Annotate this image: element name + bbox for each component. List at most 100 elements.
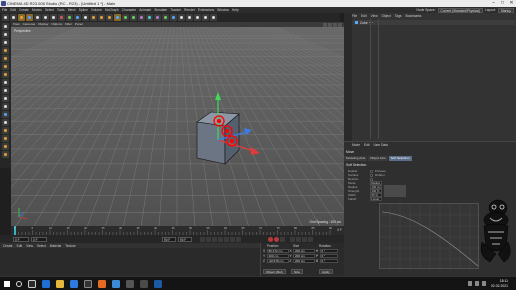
redshift-icon[interactable] [210,14,217,21]
rotation-p-field[interactable]: 0 ° [319,254,338,259]
camera-icon[interactable] [170,14,177,21]
subdivision-surface-icon[interactable] [130,14,137,21]
viewport-menu-display[interactable]: Display [38,22,48,27]
bend-deformer-icon[interactable] [154,14,161,21]
pan-icon[interactable] [323,22,327,27]
rotate-tool-icon[interactable] [42,14,49,21]
array-icon[interactable] [138,14,145,21]
uv-edit-icon[interactable] [2,151,9,158]
tab-soft-selection[interactable]: Soft Selection [388,156,412,161]
go-to-start-icon[interactable] [200,236,205,242]
falloff-select[interactable]: Linear [370,197,382,201]
undo-icon[interactable] [2,14,9,21]
firefox-icon[interactable] [98,280,106,288]
viewport-menu-cameras[interactable]: Cameras [23,22,36,27]
bodypaint-icon[interactable] [2,143,9,150]
om-menu-object[interactable]: Object [382,14,391,18]
network-icon[interactable] [468,281,472,286]
om-menu-file[interactable]: File [352,14,357,18]
material-menu-view[interactable]: View [26,244,33,248]
render-view-icon[interactable] [90,14,97,21]
render-picture-viewer-icon[interactable] [98,14,105,21]
next-key-icon[interactable] [230,236,235,242]
keyframe-selection-icon[interactable] [280,236,285,242]
node-space-select[interactable]: Current (Standard/Physical) [437,7,483,13]
om-menu-view[interactable]: View [371,14,378,18]
width-slider[interactable] [384,193,406,197]
search-icon[interactable] [16,280,22,287]
apply-button[interactable]: Apply [319,269,333,274]
app-icon[interactable] [154,280,162,288]
pen-spline-icon[interactable] [122,14,129,21]
cube-object-icon[interactable] [114,14,121,21]
viewport-menu-view[interactable]: View [13,22,20,27]
z-axis-lock-icon[interactable] [74,14,81,21]
rotation-h-field[interactable]: 0 ° [319,249,338,254]
rotation-key-icon[interactable] [302,236,307,242]
om-menu-edit[interactable]: Edit [361,14,367,18]
workplane-icon[interactable] [194,14,201,21]
locked-workplane-icon[interactable] [2,119,9,126]
rotation-b-field[interactable]: 0 ° [319,259,338,264]
last-tool-icon[interactable] [50,14,57,21]
viewport-solo-icon[interactable] [2,95,9,102]
live-selection-icon[interactable] [18,14,25,21]
points-mode-icon[interactable] [2,47,9,54]
viewport-canvas[interactable] [11,22,344,226]
previous-key-icon[interactable] [206,236,211,242]
x-axis-lock-icon[interactable] [58,14,65,21]
cinema4d-taskbar-icon[interactable] [84,280,92,288]
autokeying-icon[interactable] [274,236,279,242]
material-menu-create[interactable]: Create [3,244,13,248]
language-icon[interactable] [482,281,486,286]
position-y-field[interactable]: 100 cm [266,254,289,259]
settings-app-icon[interactable] [112,280,120,288]
am-menu-mode[interactable]: Mode [352,143,360,147]
end-frame-field[interactable]: 90 F [178,236,192,242]
parameter-key-icon[interactable] [308,236,313,242]
next-frame-icon[interactable] [224,236,229,242]
am-menu-user-data[interactable]: User Data [373,143,387,147]
coordinate-system-icon[interactable] [82,14,89,21]
close-button[interactable]: ✕ [507,0,516,7]
viewport-menu-filter[interactable]: Filter [65,22,72,27]
am-menu-edit[interactable]: Edit [364,143,370,147]
preview-end-field[interactable]: 90 F [162,236,176,242]
redo-icon[interactable] [10,14,17,21]
y-axis-lock-icon[interactable] [66,14,73,21]
edges-mode-icon[interactable] [2,55,9,62]
object-manager-side-tabs[interactable] [344,13,352,141]
layout-select[interactable]: Startup [497,7,514,13]
orbit-icon[interactable] [333,22,337,27]
zoom-icon[interactable] [328,22,332,27]
position-z-field[interactable]: -20.578 cm [266,259,289,264]
material-menu-material[interactable]: Material [50,244,61,248]
model-mode-icon[interactable] [2,31,9,38]
object-name[interactable]: Cube [360,21,368,25]
file-explorer-icon[interactable] [56,280,64,288]
sculpt-icon[interactable] [2,127,9,134]
toggle-view-icon[interactable] [338,22,342,27]
app-icon[interactable] [126,280,134,288]
play-icon[interactable] [218,236,223,242]
light-icon[interactable] [178,14,185,21]
om-menu-tags[interactable]: Tags [395,14,402,18]
perspective-viewport[interactable]: View Cameras Display Options Filter Pane… [11,22,344,226]
om-menu-bookmarks[interactable]: Bookmarks [405,14,421,18]
make-editable-icon[interactable] [2,23,9,30]
current-frame-field[interactable]: 0 F [31,236,47,242]
paint-icon[interactable] [2,135,9,142]
tab-object-axis[interactable]: Object Axis [368,156,388,161]
polygons-mode-icon[interactable] [2,63,9,70]
viewport-menu-panel[interactable]: Panel [75,22,83,27]
size-y-field[interactable]: 200 cm [293,254,315,259]
edge-browser-icon[interactable] [42,280,50,288]
windows-start-icon[interactable] [4,281,10,287]
texture-mode-icon[interactable] [2,39,9,46]
scale-key-icon[interactable] [296,236,301,242]
material-menu-edit[interactable]: Edit [17,244,23,248]
falloff-curve-graph[interactable] [379,203,480,270]
position-x-field[interactable]: 56.272 cm [266,249,289,254]
uv-mode-icon[interactable] [2,71,9,78]
app-icon[interactable] [140,280,148,288]
